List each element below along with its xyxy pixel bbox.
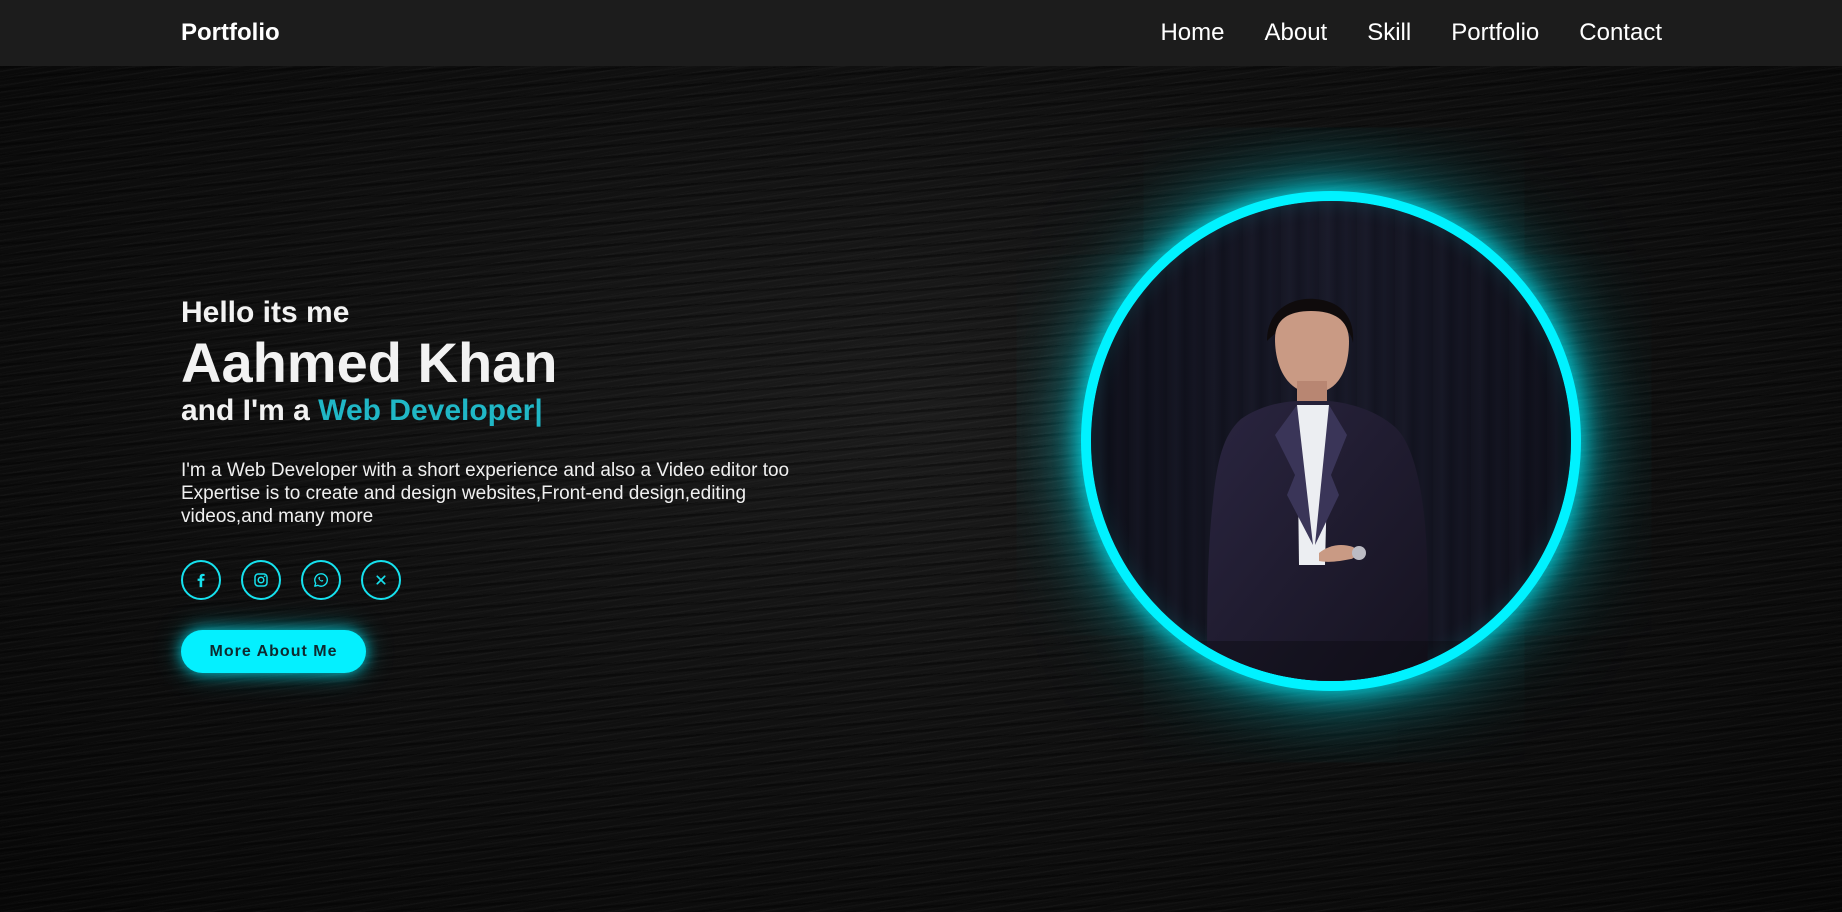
role-typed-text: Web Developer| (318, 394, 543, 427)
x-link[interactable] (361, 560, 401, 600)
facebook-icon (197, 573, 205, 588)
hero-description: I'm a Web Developer with a short experie… (181, 459, 801, 528)
role-line: and I'm a Web Developer| (181, 393, 801, 429)
nav-link-contact[interactable]: Contact (1579, 19, 1662, 47)
social-links (181, 560, 801, 600)
profile-photo (1081, 191, 1581, 691)
description-line-2: Expertise is to create and design websit… (181, 483, 747, 527)
whatsapp-link[interactable] (301, 560, 341, 600)
instagram-link[interactable] (241, 560, 281, 600)
hero-content: Hello its me Aahmed Khan and I'm a Web D… (181, 293, 801, 673)
nav-link-skill[interactable]: Skill (1367, 19, 1411, 47)
nav-link-about[interactable]: About (1265, 19, 1328, 47)
whatsapp-icon (314, 573, 329, 587)
role-prefix: and I'm a (181, 394, 319, 427)
instagram-icon (254, 573, 268, 587)
profile-image (1091, 201, 1571, 681)
page: Portfolio Home About Skill Portfolio Con… (0, 0, 1842, 912)
facebook-link[interactable] (181, 560, 221, 600)
hero-name: Aahmed Khan (181, 331, 558, 394)
nav-link-home[interactable]: Home (1160, 19, 1224, 47)
nav-link-portfolio[interactable]: Portfolio (1451, 19, 1539, 47)
main-nav: Home About Skill Portfolio Contact (1160, 19, 1662, 47)
x-icon (376, 575, 386, 585)
description-line-1: I'm a Web Developer with a short experie… (181, 460, 790, 481)
logo[interactable]: Portfolio (181, 19, 280, 47)
greeting: Hello its me (181, 296, 350, 329)
header: Portfolio Home About Skill Portfolio Con… (0, 0, 1842, 66)
more-about-me-button[interactable]: More About Me (181, 630, 366, 673)
